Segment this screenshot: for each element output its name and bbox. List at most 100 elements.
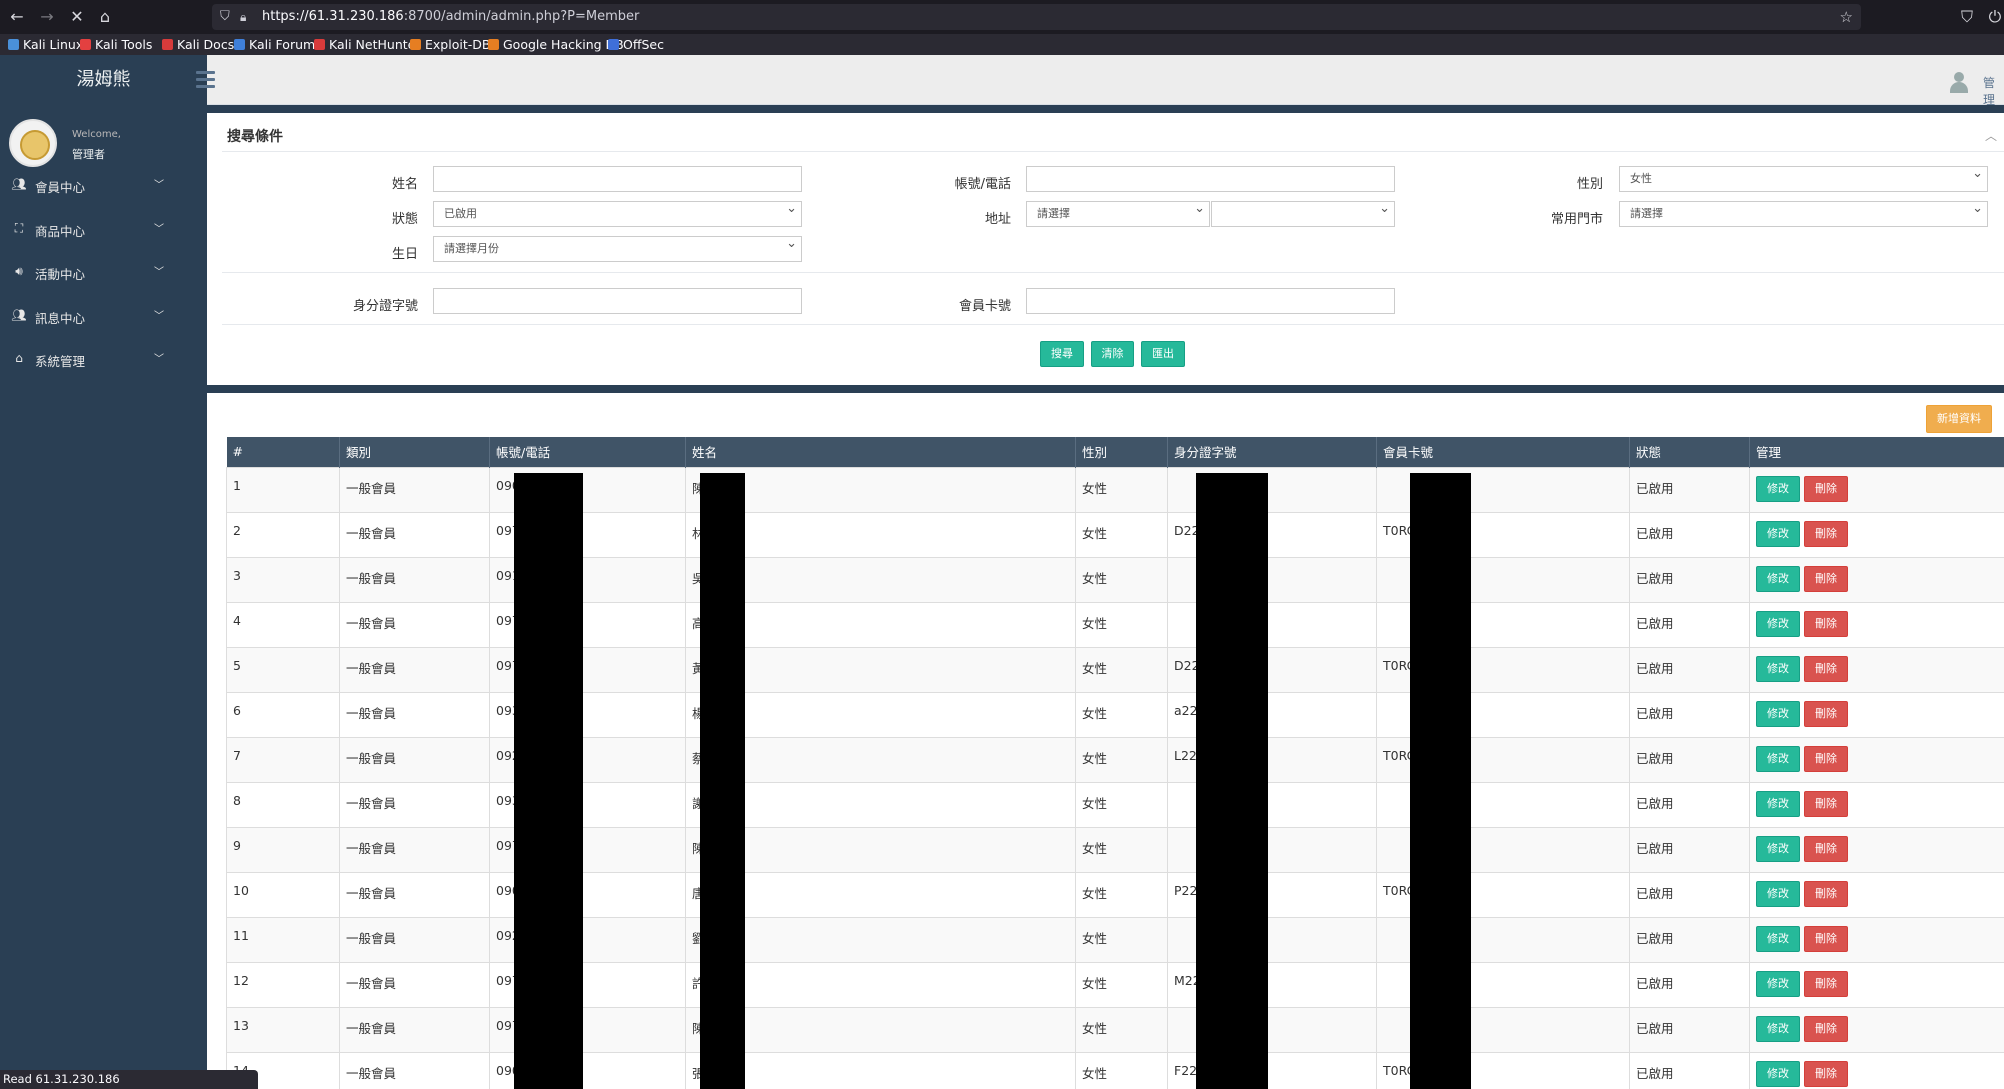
delete-button[interactable]: 刪除 bbox=[1804, 880, 1848, 907]
column-header[interactable]: 會員卡號 bbox=[1376, 437, 1630, 467]
delete-button[interactable]: 刪除 bbox=[1804, 520, 1848, 547]
bookmark-item[interactable]: Google Hacking DB bbox=[488, 34, 624, 55]
bookmark-item[interactable]: Exploit-DB bbox=[410, 34, 490, 55]
delete-button[interactable]: 刪除 bbox=[1804, 700, 1848, 727]
chevron-down-icon: ﹀ bbox=[154, 223, 164, 235]
bookmark-icon bbox=[410, 39, 421, 50]
store-select[interactable]: 請選擇 bbox=[1619, 197, 1988, 227]
column-header[interactable]: 帳號/電話 bbox=[489, 437, 686, 467]
edit-button[interactable]: 修改 bbox=[1756, 610, 1800, 637]
bookmark-item[interactable]: Kali Tools bbox=[80, 34, 152, 55]
edit-button[interactable]: 修改 bbox=[1756, 475, 1800, 502]
bookmark-item[interactable]: Kali Linux bbox=[8, 34, 83, 55]
forward-arrow-icon[interactable]: → bbox=[36, 6, 58, 28]
sidebar-item[interactable]: 🔊︎ 活動中心 ﹀ bbox=[0, 257, 207, 287]
column-header[interactable]: 身分證字號 bbox=[1167, 437, 1377, 467]
bookmark-item[interactable]: Kali Forums bbox=[234, 34, 322, 55]
name-input[interactable] bbox=[433, 166, 802, 192]
bookmark-item[interactable]: Kali Docs bbox=[162, 34, 234, 55]
account-input[interactable] bbox=[1026, 166, 1395, 192]
extensions-icon[interactable]: ⏻ bbox=[1984, 6, 2004, 28]
delete-button[interactable]: 刪除 bbox=[1804, 745, 1848, 772]
search-button[interactable]: 搜尋 bbox=[1040, 341, 1084, 367]
user-icon[interactable] bbox=[1950, 72, 1968, 94]
cell-actions: 修改 刪除 bbox=[1749, 736, 2004, 783]
url-text[interactable]: https://61.31.230.186:8700/admin/admin.p… bbox=[262, 4, 639, 30]
cell-actions: 修改 刪除 bbox=[1749, 601, 2004, 648]
back-arrow-icon[interactable]: ← bbox=[6, 6, 28, 28]
table-row: 12 一般會員 097 許女性 M22 已啟用 修改 刪除 bbox=[226, 961, 2004, 1008]
bookmark-icon bbox=[8, 39, 19, 50]
edit-button[interactable]: 修改 bbox=[1756, 970, 1800, 997]
cell-status: 已啟用 bbox=[1629, 466, 1750, 513]
cell-gender: 女性 bbox=[1075, 691, 1168, 738]
gender-select[interactable]: 女性 bbox=[1619, 162, 1988, 192]
delete-button[interactable]: 刪除 bbox=[1804, 925, 1848, 952]
table-row: 6 一般會員 093 楊女性 a22 已啟用 修改 刪除 bbox=[226, 691, 2004, 738]
column-header[interactable]: 類別 bbox=[339, 437, 490, 467]
delete-button[interactable]: 刪除 bbox=[1804, 835, 1848, 862]
sidebar-item[interactable]: ⛶ 商品中心 ﹀ bbox=[0, 214, 207, 244]
add-record-button[interactable]: 新增資料 bbox=[1926, 405, 1992, 433]
stop-loading-icon[interactable]: ✕ bbox=[66, 6, 88, 28]
delete-button[interactable]: 刪除 bbox=[1804, 565, 1848, 592]
sidebar-item-label: 會員中心 bbox=[35, 180, 86, 195]
id-label: 身分證字號 bbox=[352, 299, 418, 314]
bookmark-item[interactable]: Kali NetHunter bbox=[314, 34, 420, 55]
id-input[interactable] bbox=[433, 288, 802, 314]
delete-button[interactable]: 刪除 bbox=[1804, 790, 1848, 817]
address-bar[interactable]: ⛉ 🔒︎ https://61.31.230.186:8700/admin/ad… bbox=[212, 4, 1861, 30]
address-city-select[interactable]: 請選擇 bbox=[1026, 197, 1210, 227]
collapse-chevron-icon[interactable]: ︿ bbox=[1985, 127, 1997, 144]
cell-actions: 修改 刪除 bbox=[1749, 556, 2004, 603]
bookmark-star-icon[interactable]: ☆ bbox=[1840, 4, 1853, 30]
edit-button[interactable]: 修改 bbox=[1756, 1015, 1800, 1042]
shield-icon[interactable]: ⛉ bbox=[220, 4, 230, 30]
delete-button[interactable]: 刪除 bbox=[1804, 1015, 1848, 1042]
birthday-select[interactable]: 請選擇月份 bbox=[433, 232, 802, 262]
edit-button[interactable]: 修改 bbox=[1756, 700, 1800, 727]
sidebar-item[interactable]: 👥︎ 訊息中心 ﹀ bbox=[0, 301, 207, 331]
column-header[interactable]: 管理 bbox=[1749, 437, 2004, 467]
cell-actions: 修改 刪除 bbox=[1749, 961, 2004, 1008]
status-select[interactable]: 已啟用 bbox=[433, 197, 802, 227]
top-user-label[interactable]: 管理 bbox=[1983, 74, 2004, 108]
bookmark-item[interactable]: OffSec bbox=[608, 34, 664, 55]
cell-actions: 修改 刪除 bbox=[1749, 1051, 2004, 1089]
delete-button[interactable]: 刪除 bbox=[1804, 1060, 1848, 1087]
lock-icon[interactable]: 🔒︎ bbox=[240, 4, 246, 30]
edit-button[interactable]: 修改 bbox=[1756, 745, 1800, 772]
home-icon: ⌂ bbox=[15, 351, 23, 365]
address-area-select[interactable] bbox=[1211, 197, 1395, 227]
menu-toggle-icon[interactable] bbox=[196, 71, 215, 88]
column-header[interactable]: # bbox=[226, 437, 340, 467]
edit-button[interactable]: 修改 bbox=[1756, 655, 1800, 682]
delete-button[interactable]: 刪除 bbox=[1804, 655, 1848, 682]
edit-button[interactable]: 修改 bbox=[1756, 835, 1800, 862]
column-header[interactable]: 姓名 bbox=[685, 437, 1076, 467]
edit-button[interactable]: 修改 bbox=[1756, 925, 1800, 952]
home-icon[interactable]: ⌂ bbox=[94, 6, 116, 28]
delete-button[interactable]: 刪除 bbox=[1804, 970, 1848, 997]
column-header[interactable]: 狀態 bbox=[1629, 437, 1750, 467]
edit-button[interactable]: 修改 bbox=[1756, 1060, 1800, 1087]
store-label: 常用門市 bbox=[1550, 212, 1603, 227]
edit-button[interactable]: 修改 bbox=[1756, 880, 1800, 907]
export-button[interactable]: 匯出 bbox=[1141, 341, 1185, 367]
card-input[interactable] bbox=[1026, 288, 1395, 314]
brand-title[interactable]: 湯姆熊 bbox=[0, 55, 207, 105]
delete-button[interactable]: 刪除 bbox=[1804, 610, 1848, 637]
cell-no: 8 bbox=[226, 781, 340, 828]
sidebar-item[interactable]: 👥︎ 會員中心 ﹀ bbox=[0, 170, 207, 200]
edit-button[interactable]: 修改 bbox=[1756, 790, 1800, 817]
delete-button[interactable]: 刪除 bbox=[1804, 475, 1848, 502]
cell-type: 一般會員 bbox=[339, 961, 490, 1008]
sidebar-item[interactable]: ⌂ 系統管理 ﹀ bbox=[0, 344, 207, 374]
pocket-icon[interactable]: ⛉ bbox=[1956, 6, 1978, 28]
edit-button[interactable]: 修改 bbox=[1756, 565, 1800, 592]
divider bbox=[222, 151, 2004, 152]
edit-button[interactable]: 修改 bbox=[1756, 520, 1800, 547]
cell-type: 一般會員 bbox=[339, 736, 490, 783]
column-header[interactable]: 性別 bbox=[1075, 437, 1168, 467]
clear-button[interactable]: 清除 bbox=[1091, 341, 1134, 367]
